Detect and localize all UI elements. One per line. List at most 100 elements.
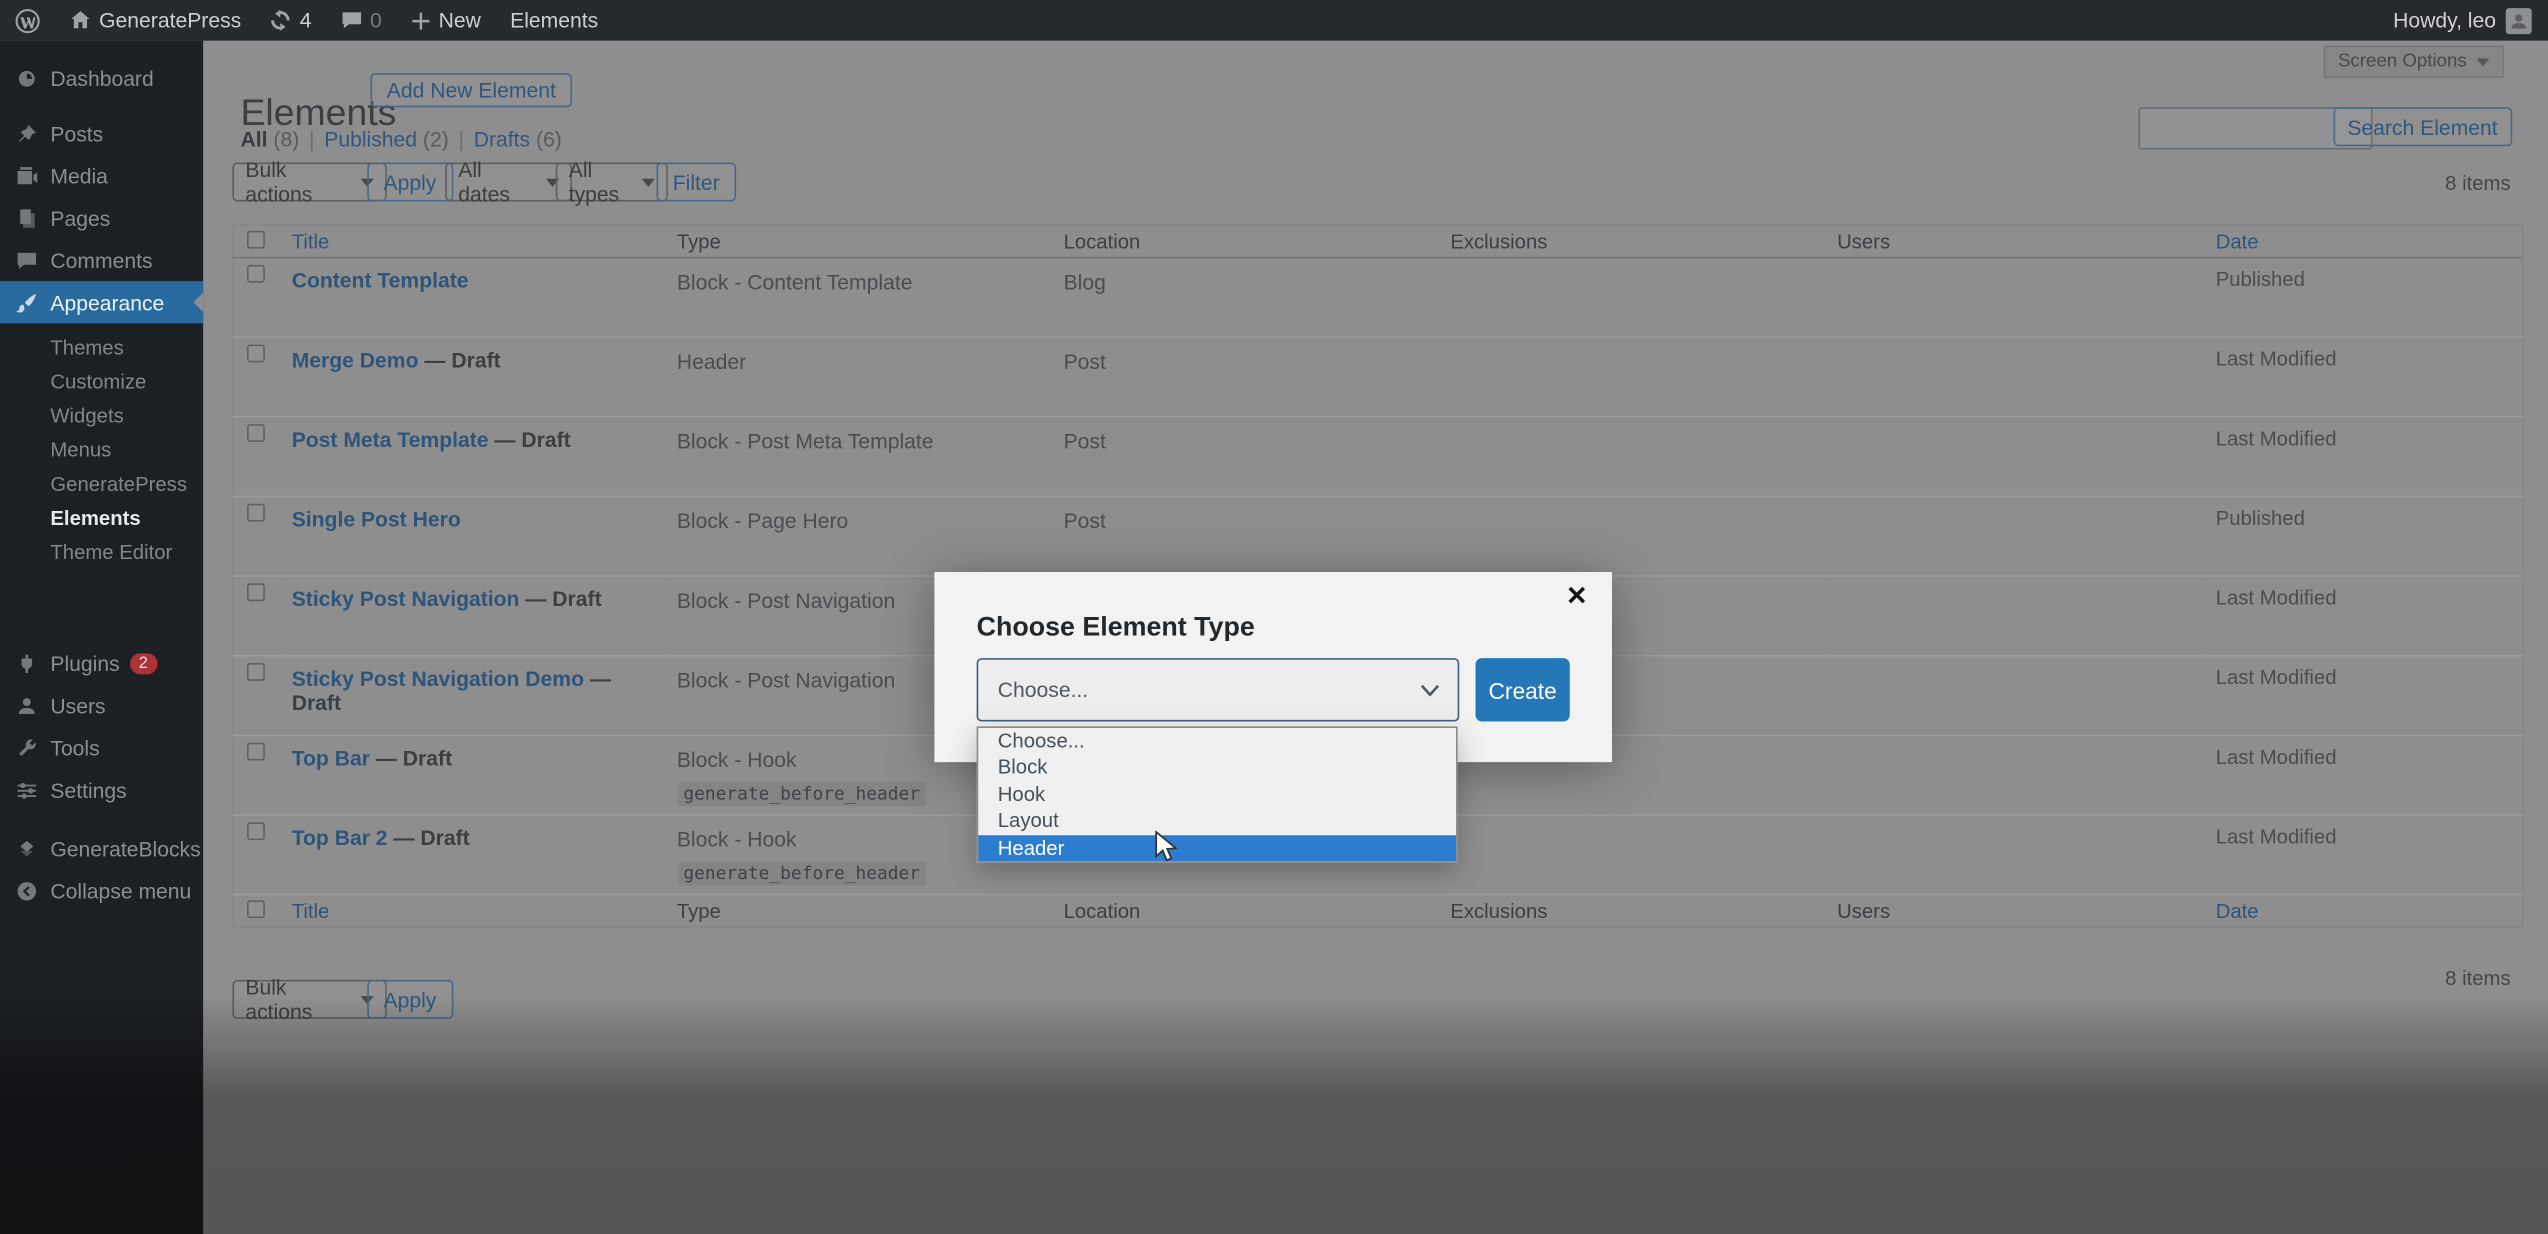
element-type-option-choose[interactable]: Choose... <box>978 728 1456 755</box>
sidebar-subitem-customize[interactable]: Customize <box>0 366 203 400</box>
element-title-link[interactable]: Single Post Hero <box>292 507 461 531</box>
sidebar-subitem-theme-editor[interactable]: Theme Editor <box>0 536 203 570</box>
admin-bar-current-page[interactable]: Elements <box>495 0 612 41</box>
view-filter-published[interactable]: Published (2) <box>324 127 449 151</box>
separator: | <box>308 126 315 152</box>
comments-menu[interactable]: 0 <box>326 0 396 41</box>
element-title-link[interactable]: Top Bar <box>292 746 370 770</box>
column-header-date: Date <box>2215 229 2259 253</box>
my-account-menu[interactable]: Howdy, leo <box>2393 7 2548 34</box>
view-filter-drafts[interactable]: Drafts (6) <box>474 127 562 151</box>
sidebar-item-users: Users <box>0 684 203 726</box>
table-row: Post Meta Template — Draft Block - Post … <box>233 417 2523 497</box>
date-cell: Last Modified2021/05/12 at 7:04 pm <box>2215 586 2337 610</box>
search-element-button[interactable]: Search Element <box>2332 107 2513 147</box>
element-type-select[interactable]: Choose... <box>976 658 1460 722</box>
view-filter-all[interactable]: All (8) <box>241 127 300 151</box>
row-checkbox[interactable] <box>247 583 265 602</box>
users-icon <box>16 695 37 716</box>
updates-icon <box>270 9 291 31</box>
table-header: Title Type Location Exclusions Users Date <box>233 225 2523 258</box>
all-types-select[interactable]: All types <box>555 158 668 206</box>
bulk-actions-select-bottom[interactable]: Bulk actions <box>232 975 387 1024</box>
exclusions-cell <box>1441 417 1828 497</box>
all-dates-select[interactable]: All dates <box>445 158 572 206</box>
column-header-type: Type <box>676 899 721 923</box>
exclusions-cell <box>1441 258 1828 338</box>
element-type-option-header[interactable]: Header <box>978 834 1456 862</box>
location-cell: Post <box>1063 349 1106 374</box>
date-cell: Last Modified2021/05/10 at 4:27 am <box>2215 825 2337 849</box>
column-header-users: Users <box>1837 899 1891 923</box>
date-cell: Published2021/04/20 at 2:36 pm <box>2215 268 2305 291</box>
modal-title: Choose Element Type <box>976 612 1255 642</box>
home-icon <box>70 10 91 31</box>
generateblocks-icon <box>16 838 37 859</box>
element-title-link[interactable]: Sticky Post Navigation Demo <box>292 666 584 690</box>
select-all-checkbox[interactable] <box>247 899 265 918</box>
row-checkbox[interactable] <box>247 663 265 681</box>
element-type-option-layout[interactable]: Layout <box>978 808 1456 835</box>
column-header-exclusions: Exclusions <box>1450 899 1548 923</box>
sidebar-subitem-menus[interactable]: Menus <box>0 434 203 468</box>
updates-menu[interactable]: 4 <box>256 0 326 41</box>
users-cell <box>1827 815 2206 895</box>
sidebar-item-tools: Tools <box>0 726 203 768</box>
element-type-option-hook[interactable]: Hook <box>978 781 1456 808</box>
sidebar-menu: Dashboard Posts Media Pages Comments App… <box>0 41 204 912</box>
draft-badge: — Draft <box>369 745 453 771</box>
row-checkbox[interactable] <box>247 424 265 442</box>
element-title-link[interactable]: Post Meta Template <box>292 427 489 451</box>
comment-bubble-icon <box>341 10 362 31</box>
element-title-link[interactable]: Top Bar 2 <box>292 826 388 850</box>
column-header-type: Type <box>676 229 721 253</box>
wordpress-admin-screen: GeneratePress 4 0 New Elements Howdy, le… <box>0 0 2548 1234</box>
sidebar-subitem-widgets[interactable]: Widgets <box>0 400 203 434</box>
element-title-link[interactable]: Content Template <box>292 268 469 292</box>
date-cell: Last Modified2021/05/12 at 2:24 pm <box>2215 666 2337 689</box>
row-checkbox[interactable] <box>247 742 265 761</box>
chevron-down-icon <box>2476 57 2490 66</box>
row-checkbox[interactable] <box>247 264 265 283</box>
sidebar-subitem-elements[interactable]: Elements <box>0 502 203 536</box>
users-cell <box>1827 417 2206 497</box>
row-checkbox[interactable] <box>247 503 265 522</box>
create-button[interactable]: Create <box>1475 658 1570 722</box>
filter-button[interactable]: Filter <box>656 162 736 202</box>
table-row: Content Template Block - Content Templat… <box>233 258 2523 338</box>
date-cell: Published2021/04/20 at 2:53 pm <box>2215 507 2305 530</box>
plugins-icon <box>16 652 37 673</box>
element-title-link[interactable]: Sticky Post Navigation <box>292 587 520 611</box>
howdy-text: Howdy, leo <box>2393 8 2496 33</box>
table-row: Merge Demo — Draft Header Post Last Modi… <box>233 337 2523 417</box>
sidebar-item-comments: Comments <box>0 239 203 281</box>
column-header-title: Title <box>291 899 330 923</box>
new-menu[interactable]: New <box>396 0 495 41</box>
screen-options-button[interactable]: Screen Options <box>2323 45 2505 78</box>
wordpress-logo-menu[interactable] <box>0 0 55 41</box>
apply-button-bottom[interactable]: Apply <box>367 979 453 1019</box>
add-new-element-button[interactable]: Add New Element <box>370 73 573 108</box>
comments-count: 0 <box>369 8 382 33</box>
items-count-bottom: 8 items <box>2445 966 2511 990</box>
bulk-actions-select[interactable]: Bulk actions <box>232 158 387 206</box>
element-title-link[interactable]: Merge Demo <box>292 348 419 372</box>
active-menu-arrow <box>193 292 204 312</box>
avatar <box>2505 7 2532 34</box>
plugins-update-badge: 2 <box>129 652 158 674</box>
row-checkbox[interactable] <box>247 822 265 841</box>
type-cell: Block - Content Template <box>676 269 913 295</box>
element-type-option-block[interactable]: Block <box>978 755 1456 782</box>
exclusions-cell <box>1441 496 1828 576</box>
pages-icon <box>16 207 37 228</box>
sidebar-subitem-generatepress[interactable]: GeneratePress <box>0 468 203 502</box>
sidebar-subitem-themes[interactable]: Themes <box>0 332 203 366</box>
type-cell: Block - Page Hero <box>676 508 849 533</box>
site-menu[interactable]: GeneratePress <box>55 0 256 41</box>
site-name: GeneratePress <box>99 8 242 33</box>
row-checkbox[interactable] <box>247 344 265 363</box>
close-icon[interactable]: ✕ <box>1566 584 1588 611</box>
draft-badge: — Draft <box>387 825 470 850</box>
select-all-checkbox[interactable] <box>247 229 265 248</box>
apply-button[interactable]: Apply <box>367 162 453 202</box>
